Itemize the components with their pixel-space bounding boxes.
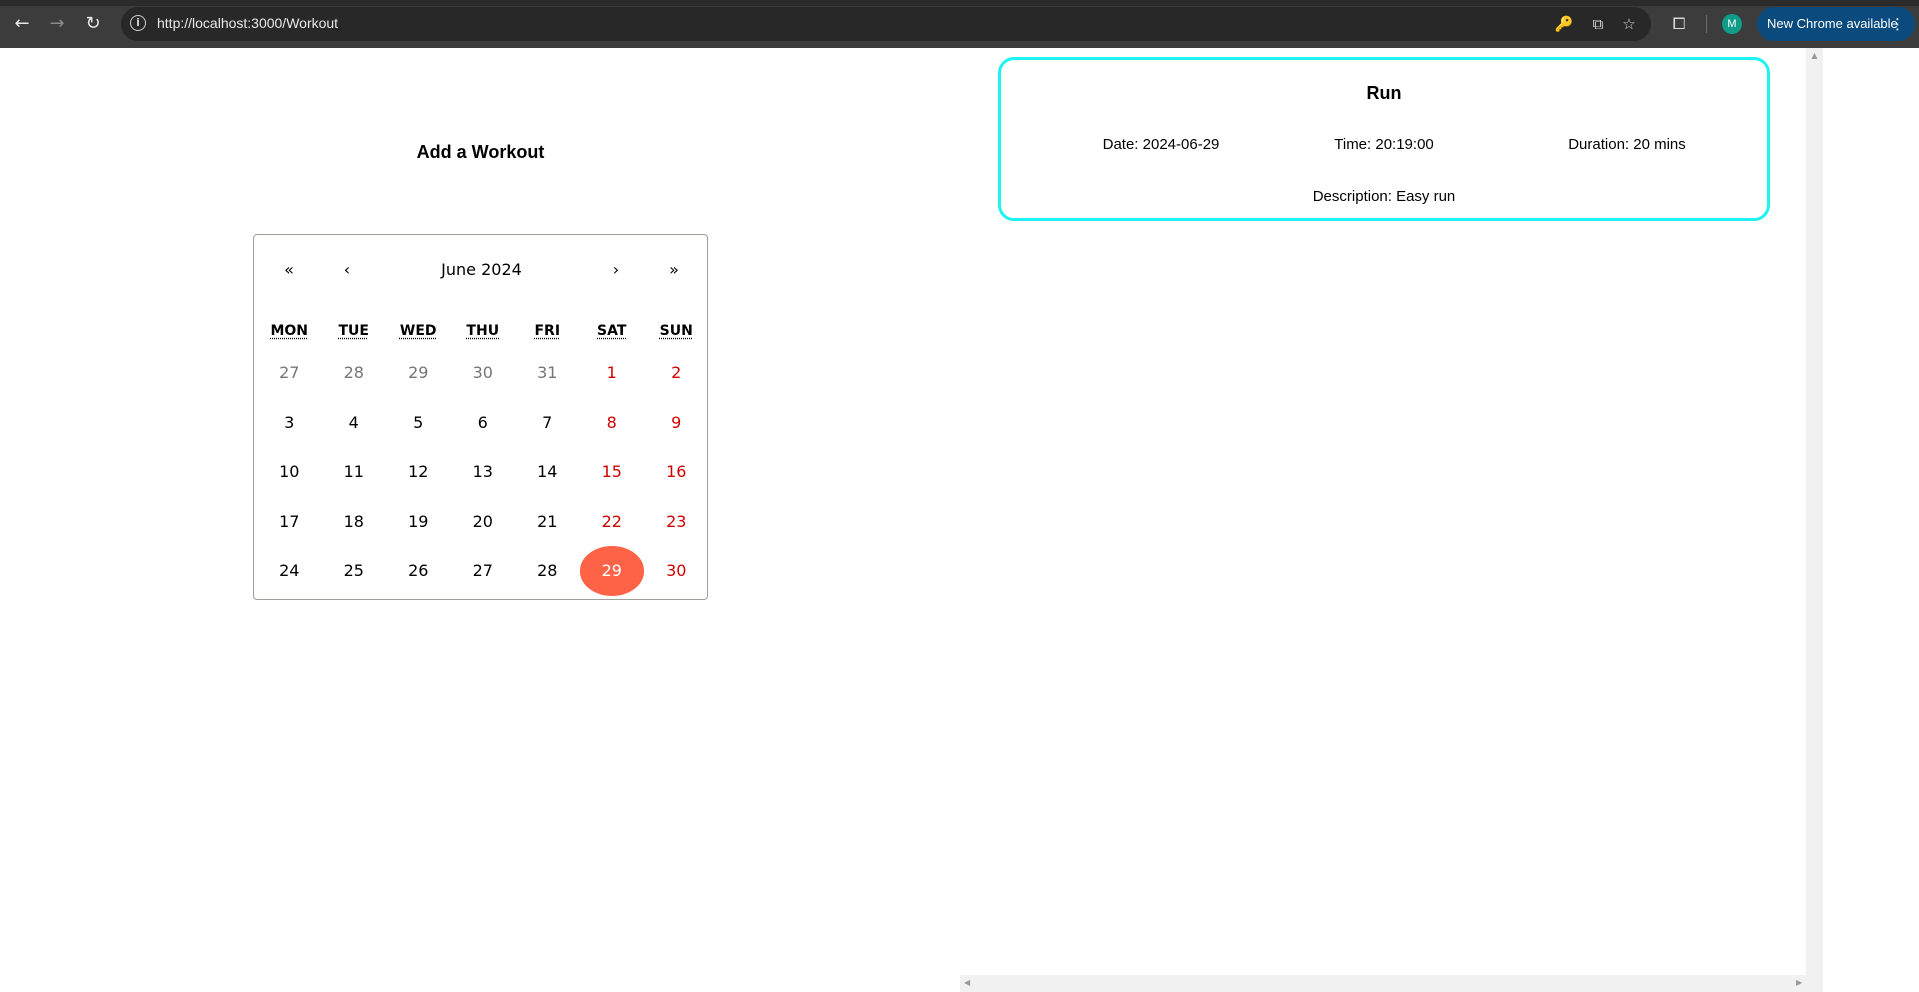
profile-avatar[interactable]: M — [1722, 14, 1742, 34]
calendar: « ‹ June 2024 › » MON TUE WED THU FRI SA… — [253, 234, 708, 600]
calendar-day[interactable]: 27 — [451, 546, 516, 596]
calendar-day[interactable]: 27 — [257, 348, 322, 398]
calendar-day[interactable]: 20 — [451, 497, 516, 547]
calendar-day[interactable]: 28 — [322, 348, 387, 398]
install-app-icon[interactable]: ⧉ — [1588, 15, 1608, 33]
forward-icon[interactable]: → — [45, 12, 69, 36]
weekday-label: TUE — [338, 323, 369, 339]
calendar-days-grid: 27 28 29 30 31 1 2 3 4 5 6 7 8 9 10 11 1… — [257, 348, 709, 596]
workout-title: Run — [1366, 83, 1402, 103]
next-month-button[interactable]: › — [601, 255, 631, 285]
calendar-day[interactable]: 25 — [322, 546, 387, 596]
calendar-day[interactable]: 16 — [644, 447, 709, 497]
weekday-header: MON TUE WED THU FRI SAT SUN — [257, 323, 712, 339]
calendar-day[interactable]: 24 — [257, 546, 322, 596]
calendar-week: 3 4 5 6 7 8 9 — [257, 398, 709, 448]
calendar-day[interactable]: 11 — [322, 447, 387, 497]
weekday-label: MON — [270, 323, 309, 339]
calendar-day[interactable]: 29 — [386, 348, 451, 398]
calendar-week: 10 11 12 13 14 15 16 — [257, 447, 709, 497]
calendar-day[interactable]: 7 — [515, 398, 580, 448]
url-text[interactable]: http://localhost:3000/Workout — [157, 15, 338, 31]
calendar-day[interactable]: 22 — [580, 497, 645, 547]
calendar-day[interactable]: 14 — [515, 447, 580, 497]
weekday-label: SUN — [659, 323, 693, 339]
calendar-day[interactable]: 13 — [451, 447, 516, 497]
calendar-day-selected[interactable]: 29 — [579, 546, 644, 596]
site-info-icon[interactable]: i — [130, 15, 146, 31]
scroll-left-icon[interactable]: ◀ — [964, 978, 970, 987]
calendar-day[interactable]: 3 — [257, 398, 322, 448]
calendar-week: 17 18 19 20 21 22 23 — [257, 497, 709, 547]
calendar-day[interactable]: 30 — [644, 546, 709, 596]
calendar-day[interactable]: 23 — [644, 497, 709, 547]
horizontal-scrollbar[interactable]: ◀ ▶ — [960, 975, 1823, 992]
calendar-day[interactable]: 4 — [322, 398, 387, 448]
reload-icon[interactable]: ↻ — [81, 12, 105, 36]
scroll-right-icon[interactable]: ▶ — [1796, 978, 1802, 987]
vertical-scrollbar[interactable]: ▲ ▼ — [1806, 48, 1823, 992]
update-label: New Chrome available — [1767, 16, 1898, 31]
calendar-day[interactable]: 31 — [515, 348, 580, 398]
workout-card: Run Date: 2024-06-29 Time: 20:19:00 Dura… — [998, 57, 1770, 221]
weekday-label: SAT — [597, 323, 627, 339]
calendar-day[interactable]: 26 — [386, 546, 451, 596]
calendar-day[interactable]: 8 — [580, 398, 645, 448]
extensions-icon[interactable]: ⧠ — [1668, 13, 1690, 35]
page-title: Add a Workout — [416, 142, 545, 162]
browser-toolbar: ← → ↻ i http://localhost:3000/Workout 🔑 … — [0, 0, 1919, 48]
calendar-day[interactable]: 17 — [257, 497, 322, 547]
calendar-day[interactable]: 28 — [515, 546, 580, 596]
prev-year-button[interactable]: « — [274, 255, 304, 285]
calendar-week: 27 28 29 30 31 1 2 — [257, 348, 709, 398]
calendar-day[interactable]: 21 — [515, 497, 580, 547]
calendar-day[interactable]: 1 — [580, 348, 645, 398]
weekday-label: THU — [466, 323, 500, 339]
calendar-day[interactable]: 12 — [386, 447, 451, 497]
scroll-up-icon[interactable]: ▲ — [1810, 51, 1819, 60]
back-icon[interactable]: ← — [10, 12, 34, 36]
calendar-month-label[interactable]: June 2024 — [374, 255, 589, 285]
prev-month-button[interactable]: ‹ — [332, 255, 362, 285]
menu-kebab-icon[interactable]: ⋮ — [1890, 7, 1905, 41]
calendar-week: 24 25 26 27 28 29 30 — [257, 546, 709, 596]
calendar-day[interactable]: 6 — [451, 398, 516, 448]
calendar-day[interactable]: 2 — [644, 348, 709, 398]
weekday-label: FRI — [534, 323, 561, 339]
calendar-day[interactable]: 10 — [257, 447, 322, 497]
calendar-day[interactable]: 15 — [580, 447, 645, 497]
weekday-label: WED — [399, 323, 437, 339]
calendar-day[interactable]: 9 — [644, 398, 709, 448]
toolbar-divider — [1706, 15, 1707, 33]
next-year-button[interactable]: » — [659, 255, 689, 285]
workout-time: Time: 20:19:00 — [1334, 136, 1434, 153]
address-bar[interactable]: i http://localhost:3000/Workout 🔑 ⧉ ☆ — [121, 7, 1651, 41]
calendar-day[interactable]: 5 — [386, 398, 451, 448]
workout-date: Date: 2024-06-29 — [1102, 136, 1220, 153]
password-key-icon[interactable]: 🔑 — [1554, 15, 1574, 33]
calendar-day[interactable]: 19 — [386, 497, 451, 547]
bookmark-star-icon[interactable]: ☆ — [1619, 15, 1639, 33]
workout-description: Description: Easy run — [1312, 188, 1456, 205]
calendar-day[interactable]: 30 — [451, 348, 516, 398]
tab-strip-edge — [0, 0, 1919, 6]
calendar-day[interactable]: 18 — [322, 497, 387, 547]
workout-duration: Duration: 20 mins — [1568, 136, 1686, 153]
chrome-update-button[interactable]: New Chrome available ⋮ — [1757, 7, 1915, 41]
